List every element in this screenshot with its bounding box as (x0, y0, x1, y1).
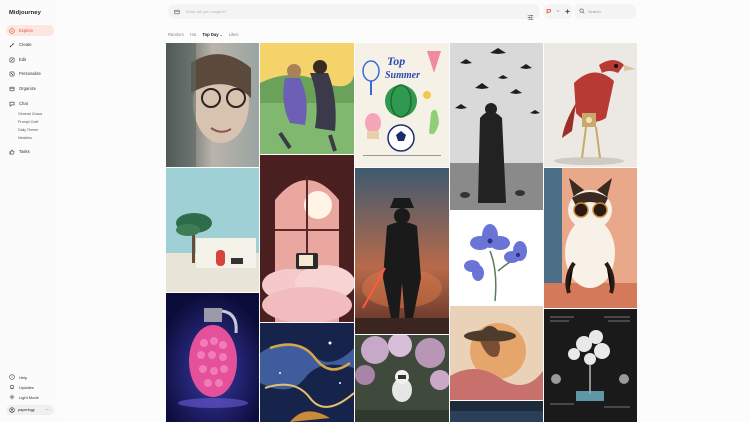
search-icon (579, 8, 585, 15)
brush-icon (9, 42, 15, 48)
search-input[interactable]: Search (588, 9, 601, 14)
tab-random[interactable]: Random (168, 32, 184, 37)
mode-selector[interactable] (543, 4, 573, 19)
gallery-image-woman-glasses[interactable] (166, 43, 259, 167)
prompt-bar[interactable]: What will you imagine? (168, 4, 540, 20)
sidebar-item-tasks[interactable]: Tasks (6, 146, 54, 157)
bell-icon (9, 384, 15, 390)
help-link[interactable]: ? Help (9, 374, 27, 380)
gallery-image-gold-swirl[interactable] (260, 323, 354, 422)
gallery-image-pink-grenade[interactable] (166, 293, 259, 422)
sidebar-item-label: Explore (19, 28, 34, 33)
sidebar-item-organize[interactable]: Organize (6, 83, 54, 94)
sidebar-item-label: Personalize (19, 71, 41, 76)
gallery-image-astronaut-blossoms[interactable] (355, 335, 449, 422)
tab-hot[interactable]: Hot (190, 32, 197, 37)
gallery-image-top-summer-poster[interactable]: Top Summer (355, 43, 449, 167)
light-mode-toggle[interactable]: Light Mode (9, 394, 39, 400)
poster-title-top: Top (387, 54, 405, 68)
personalize-mode-icon (545, 8, 552, 16)
chat-channel-newbies[interactable]: Newbies (18, 136, 32, 140)
sidebar-item-label: Organize (19, 86, 36, 91)
gallery-image-tv-clouds-window[interactable] (260, 155, 354, 322)
chevron-down-icon (556, 9, 560, 14)
chevron-down-icon: ⌄ (219, 33, 223, 37)
gallery-image-botanical-infographic[interactable] (544, 309, 637, 422)
sliders-icon (9, 71, 15, 77)
feed-tabs: Random Hot Top Day ⌄ Likes (168, 32, 238, 37)
app-logo[interactable]: Midjourney (9, 10, 41, 16)
sidebar-item-label: Tasks (19, 149, 30, 154)
sidebar-item-label: Chat (19, 101, 28, 106)
tab-top-day[interactable]: Top Day ⌄ (202, 32, 222, 37)
chat-channel-general-chaos[interactable]: General Chaos (18, 112, 42, 116)
sidebar-item-label: Edit (19, 57, 27, 62)
gallery-image-dancing-figures[interactable] (260, 43, 354, 154)
sidebar-item-edit[interactable]: Edit (6, 54, 54, 65)
tab-likes[interactable]: Likes (229, 32, 239, 37)
search-box[interactable]: Search (574, 4, 636, 19)
sidebar-item-explore[interactable]: Explore (6, 25, 54, 36)
app-root: Midjourney Explore Create Edit Personali… (0, 0, 750, 422)
sparkle-icon[interactable] (564, 8, 571, 16)
tab-top-day-label: Top Day (202, 32, 219, 37)
svg-text:?: ? (11, 375, 13, 379)
user-icon (9, 407, 15, 413)
gallery-image-hat-woman-sunset[interactable] (450, 306, 543, 400)
user-menu-button[interactable]: ··· (45, 408, 50, 413)
sidebar: Midjourney Explore Create Edit Personali… (0, 0, 60, 422)
chat-channel-prompt-craft[interactable]: Prompt Craft (18, 120, 38, 124)
gallery-image-samurai-silhouette[interactable] (355, 168, 449, 334)
poster-title-summer: Summer (385, 70, 420, 81)
gallery-image-tree-house[interactable] (166, 168, 259, 292)
sidebar-item-chat[interactable]: Chat (6, 98, 54, 109)
gallery-image-dark-scene[interactable] (450, 401, 543, 422)
settings-sliders-icon[interactable] (527, 8, 534, 20)
sidebar-item-create[interactable]: Create (6, 39, 54, 50)
gallery-image-robot-bird[interactable] (544, 43, 637, 167)
help-icon: ? (9, 374, 15, 380)
sidebar-item-personalize[interactable]: Personalize (6, 68, 54, 79)
light-mode-label: Light Mode (19, 394, 39, 400)
gallery-image-blue-flowers[interactable] (450, 211, 543, 305)
image-icon[interactable] (174, 9, 180, 15)
prompt-input[interactable]: What will you imagine? (186, 9, 227, 14)
sidebar-item-label: Create (19, 42, 32, 47)
thumbs-up-icon (9, 149, 15, 155)
help-label: Help (19, 374, 28, 380)
edit-icon (9, 57, 15, 63)
chat-channel-daily-theme[interactable]: Daily Theme (18, 128, 38, 132)
user-account[interactable]: paperlogy ··· (6, 405, 54, 415)
compass-icon (9, 27, 15, 34)
sun-icon (9, 394, 15, 400)
user-name: paperlogy (18, 408, 35, 412)
gallery-image-birds-bw[interactable] (450, 43, 543, 210)
folder-icon (9, 86, 15, 92)
image-gallery: Top Summer (166, 43, 637, 422)
gallery-image-fluffy-cat-sunglasses[interactable] (544, 168, 637, 308)
chat-icon (9, 101, 15, 107)
updates-link[interactable]: Updates (9, 384, 34, 390)
updates-label: Updates (19, 384, 34, 390)
